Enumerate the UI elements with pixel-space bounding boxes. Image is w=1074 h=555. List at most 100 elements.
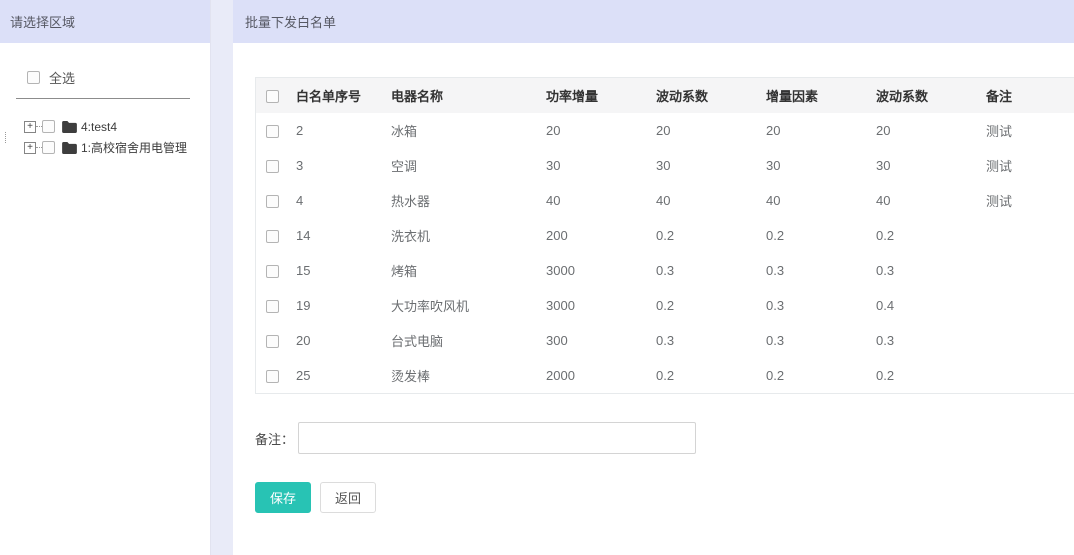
remark-form-row: 备注： [255, 422, 1074, 454]
cell-name: 烫发棒 [383, 358, 538, 393]
cell-wave1: 0.2 [648, 288, 758, 323]
tree-node-test4[interactable]: + 4:test4 [24, 116, 210, 137]
cell-power_delta: 200 [538, 218, 648, 253]
sidebar-divider [16, 98, 190, 99]
row-checkbox[interactable] [266, 370, 279, 383]
cell-remark [978, 288, 1074, 323]
cell-remark [978, 323, 1074, 358]
cell-seq: 4 [288, 183, 383, 218]
main-content: 白名单序号 电器名称 功率增量 波动系数 增量因素 波动系数 备注 2冰箱202… [233, 43, 1074, 513]
cell-remark: 测试 [978, 148, 1074, 183]
cell-name: 台式电脑 [383, 323, 538, 358]
tree-node-label[interactable]: 4:test4 [81, 120, 117, 134]
cell-name: 大功率吹风机 [383, 288, 538, 323]
remark-input[interactable] [298, 422, 696, 454]
cell-power_delta: 30 [538, 148, 648, 183]
cell-remark [978, 253, 1074, 288]
expand-plus-icon[interactable]: + [24, 142, 36, 154]
folder-icon [62, 121, 77, 133]
cell-inc_factor: 40 [758, 183, 868, 218]
cell-inc_factor: 0.3 [758, 288, 868, 323]
tree-node-checkbox[interactable] [42, 120, 55, 133]
row-checkbox-cell [256, 358, 288, 393]
table-row: 19大功率吹风机30000.20.30.4 [256, 288, 1074, 323]
tree-node-checkbox[interactable] [42, 141, 55, 154]
col-header-seq: 白名单序号 [288, 78, 383, 113]
back-button[interactable]: 返回 [320, 482, 376, 513]
cell-name: 洗衣机 [383, 218, 538, 253]
cell-name: 空调 [383, 148, 538, 183]
row-checkbox-cell [256, 253, 288, 288]
row-checkbox[interactable] [266, 160, 279, 173]
folder-icon [62, 142, 77, 154]
whitelist-panel: 批量下发白名单 白名单序号 电器名称 功率增量 [233, 0, 1074, 555]
row-checkbox[interactable] [266, 335, 279, 348]
col-header-wave1: 波动系数 [648, 78, 758, 113]
cell-seq: 19 [288, 288, 383, 323]
header-select-all-checkbox[interactable] [266, 90, 279, 103]
cell-remark [978, 358, 1074, 393]
cell-power_delta: 2000 [538, 358, 648, 393]
cell-seq: 25 [288, 358, 383, 393]
cell-inc_factor: 0.3 [758, 323, 868, 358]
select-all-row: 全选 [27, 68, 210, 87]
table-row: 15烤箱30000.30.30.3 [256, 253, 1074, 288]
cell-wave2: 0.3 [868, 323, 978, 358]
table-row: 25烫发棒20000.20.20.2 [256, 358, 1074, 393]
col-header-wave2: 波动系数 [868, 78, 978, 113]
region-tree: + 4:test4 + 1:高校宿舍用电管理 [0, 116, 210, 158]
cell-wave2: 0.2 [868, 358, 978, 393]
table-row: 20台式电脑3000.30.30.3 [256, 323, 1074, 358]
col-header-remark: 备注 [978, 78, 1074, 113]
row-checkbox[interactable] [266, 125, 279, 138]
cell-remark [978, 218, 1074, 253]
col-header-name: 电器名称 [383, 78, 538, 113]
cell-power_delta: 40 [538, 183, 648, 218]
cell-name: 热水器 [383, 183, 538, 218]
cell-power_delta: 300 [538, 323, 648, 358]
cell-inc_factor: 30 [758, 148, 868, 183]
region-sidebar: 请选择区域 全选 + 4:test4 + 1:高校宿舍用电管理 [0, 0, 211, 555]
cell-wave1: 20 [648, 113, 758, 148]
tree-node-label[interactable]: 1:高校宿舍用电管理 [81, 139, 187, 156]
expand-plus-icon[interactable]: + [24, 121, 36, 133]
table-row: 2冰箱20202020测试 [256, 113, 1074, 148]
cell-remark: 测试 [978, 183, 1074, 218]
cell-inc_factor: 20 [758, 113, 868, 148]
cell-name: 冰箱 [383, 113, 538, 148]
row-checkbox[interactable] [266, 300, 279, 313]
cell-wave2: 0.2 [868, 218, 978, 253]
row-checkbox-cell [256, 218, 288, 253]
cell-power_delta: 3000 [538, 288, 648, 323]
cell-wave1: 0.3 [648, 253, 758, 288]
cell-wave1: 30 [648, 148, 758, 183]
cell-inc_factor: 0.2 [758, 358, 868, 393]
cell-remark: 测试 [978, 113, 1074, 148]
row-checkbox[interactable] [266, 230, 279, 243]
row-checkbox-cell [256, 288, 288, 323]
table-row: 4热水器40404040测试 [256, 183, 1074, 218]
save-button[interactable]: 保存 [255, 482, 311, 513]
row-checkbox-cell [256, 323, 288, 358]
header-checkbox-cell [256, 78, 288, 113]
cell-name: 烤箱 [383, 253, 538, 288]
select-all-checkbox[interactable] [27, 71, 40, 84]
col-header-inc-factor: 增量因素 [758, 78, 868, 113]
whitelist-table: 白名单序号 电器名称 功率增量 波动系数 增量因素 波动系数 备注 2冰箱202… [255, 77, 1074, 394]
table-row: 3空调30303030测试 [256, 148, 1074, 183]
row-checkbox[interactable] [266, 265, 279, 278]
row-checkbox[interactable] [266, 195, 279, 208]
cell-inc_factor: 0.2 [758, 218, 868, 253]
tree-connector-line [5, 132, 6, 143]
cell-inc_factor: 0.3 [758, 253, 868, 288]
tree-node-dorm-power[interactable]: + 1:高校宿舍用电管理 [24, 137, 210, 158]
cell-power_delta: 20 [538, 113, 648, 148]
cell-wave2: 30 [868, 148, 978, 183]
cell-seq: 20 [288, 323, 383, 358]
cell-wave1: 0.2 [648, 218, 758, 253]
cell-wave1: 0.3 [648, 323, 758, 358]
cell-seq: 2 [288, 113, 383, 148]
cell-wave2: 20 [868, 113, 978, 148]
cell-wave2: 0.3 [868, 253, 978, 288]
cell-power_delta: 3000 [538, 253, 648, 288]
